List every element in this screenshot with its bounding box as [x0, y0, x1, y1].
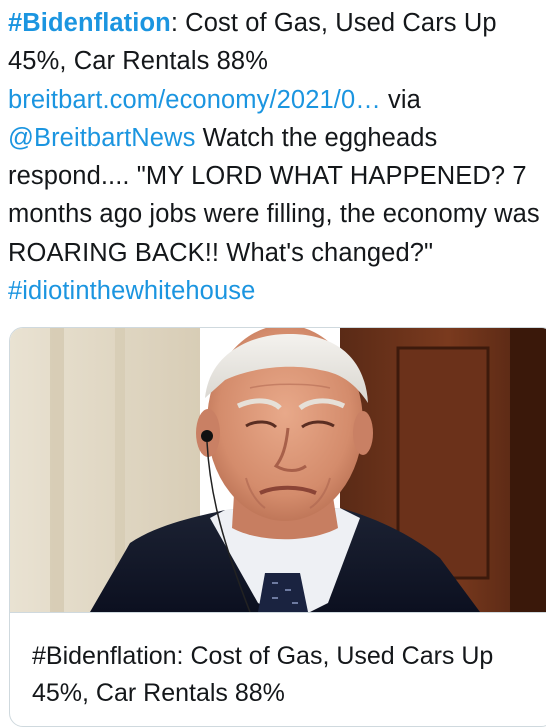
mention-breitbartnews-link[interactable]: @BreitbartNews — [8, 124, 195, 152]
via-text: via — [380, 85, 421, 114]
card-divider — [10, 612, 546, 613]
link-preview-card[interactable]: #Bidenflation: Cost of Gas, Used Cars Up… — [9, 327, 546, 727]
article-url-link[interactable]: breitbart.com/economy/2021/0… — [8, 86, 381, 114]
hashtag-bidenflation-link[interactable]: #Bidenflation — [8, 9, 171, 37]
card-title[interactable]: #Bidenflation: Cost of Gas, Used Cars Up… — [32, 638, 512, 712]
hashtag-idiotinthewhitehouse-link[interactable]: #idiotinthewhitehouse — [8, 277, 255, 305]
tweet-text: #Bidenflation: Cost of Gas, Used Cars Up… — [8, 4, 540, 310]
card-photo[interactable] — [10, 328, 546, 612]
